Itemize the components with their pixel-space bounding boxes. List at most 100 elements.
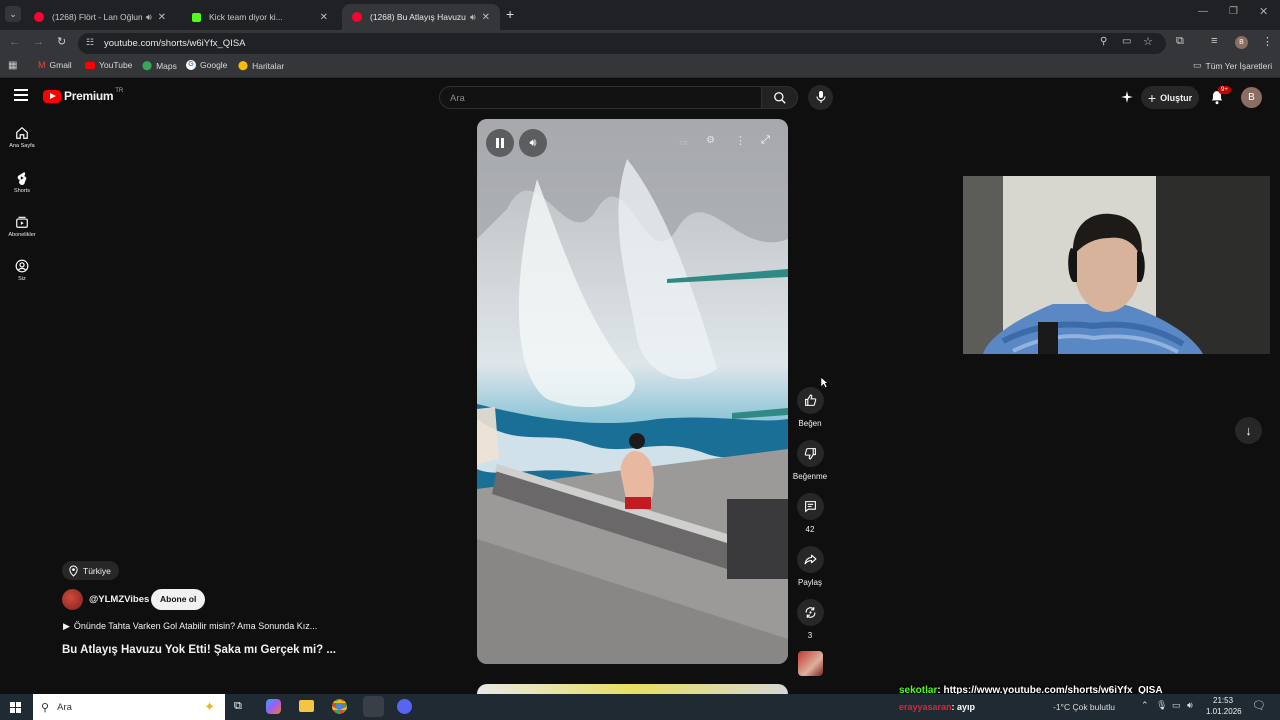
- site-info-icon[interactable]: ☷: [86, 37, 94, 48]
- close-window-icon[interactable]: ✕: [1259, 5, 1268, 18]
- kick-favicon-icon: [192, 12, 201, 22]
- comments-button[interactable]: [797, 493, 824, 520]
- dislike-button[interactable]: [797, 440, 824, 467]
- discord-app-icon[interactable]: [397, 699, 412, 714]
- copilot-app-icon[interactable]: [266, 699, 281, 714]
- account-avatar[interactable]: B: [1241, 87, 1262, 108]
- weather-widget[interactable]: -1°C Çok bulutlu: [1053, 702, 1115, 712]
- search-icon: ⚲: [41, 701, 50, 714]
- tray-chevron-icon[interactable]: ⌃: [1141, 700, 1149, 711]
- nav-you[interactable]: Siz: [0, 259, 44, 282]
- settings-icon[interactable]: ⚙: [706, 135, 715, 146]
- channel-name[interactable]: @YLMZVibes: [89, 594, 149, 605]
- more-options-icon[interactable]: ⋮: [735, 134, 746, 147]
- nav-home[interactable]: Ana Sayfa: [0, 126, 44, 149]
- youtube-page: Premium TR Ara + Oluştur 9+ B Ana Sayfa …: [0, 80, 1280, 694]
- microphone-tray-icon[interactable]: 🎙︎: [1156, 700, 1167, 711]
- bookmark-youtube[interactable]: YouTube: [85, 60, 132, 70]
- forward-icon[interactable]: →: [33, 36, 44, 48]
- address-bar[interactable]: ☷ youtube.com/shorts/w6iYfx_QISA ⚲ ▭ ☆: [78, 33, 1166, 54]
- maps-pin-icon: ⬤: [142, 60, 153, 70]
- like-button[interactable]: [797, 387, 824, 414]
- search-icon: [774, 92, 786, 104]
- browser-tab-active[interactable]: (1268) Bu Atlayış Havuzu Yo... 🔊︎ ✕: [342, 4, 500, 30]
- task-view-icon[interactable]: ⧉: [234, 700, 242, 713]
- bookmark-gmail[interactable]: M Gmail: [38, 60, 72, 70]
- fullscreen-icon[interactable]: ⤢: [761, 134, 770, 147]
- notification-center-icon[interactable]: 🗨︎: [1252, 699, 1266, 712]
- playlist-title: Önünde Tahta Varken Gol Atabilir misin? …: [73, 621, 318, 631]
- subscriptions-icon: [16, 216, 28, 228]
- notifications-button[interactable]: 9+: [1210, 86, 1231, 106]
- bookmark-haritalar[interactable]: ⬤ Haritalar: [238, 60, 284, 71]
- tab-search-button[interactable]: ⌄: [5, 6, 21, 22]
- channel-avatar[interactable]: [62, 589, 83, 610]
- volume-button[interactable]: 🔊︎: [519, 129, 547, 157]
- location-chip[interactable]: Türkiye: [62, 561, 119, 580]
- bookmark-google[interactable]: G Google: [186, 60, 227, 70]
- chat-text: : ayıp: [951, 702, 976, 712]
- cast-icon[interactable]: ▭: [1122, 36, 1131, 47]
- bookmark-label: YouTube: [99, 60, 133, 70]
- browser-tab[interactable]: (1268) Flört - Lan Oğlum Bu... 🔊︎ ✕: [24, 4, 176, 30]
- subscribe-button[interactable]: Abone ol: [151, 589, 206, 610]
- youtube-logo[interactable]: Premium TR: [43, 88, 123, 103]
- back-icon[interactable]: ←: [9, 36, 20, 48]
- profile-avatar[interactable]: B: [1235, 36, 1248, 49]
- obs-app-icon[interactable]: [363, 696, 384, 717]
- minimize-icon[interactable]: —: [1198, 6, 1208, 17]
- file-explorer-icon[interactable]: [299, 700, 314, 712]
- taskbar-search[interactable]: ⚲ Ara ✦: [33, 694, 225, 720]
- pause-button[interactable]: [486, 129, 514, 157]
- extensions-icon[interactable]: ⧉: [1176, 35, 1184, 48]
- browser-tab[interactable]: Kick team diyor ki... ✕: [182, 4, 338, 30]
- bookmark-star-icon[interactable]: ☆: [1143, 35, 1153, 48]
- chrome-app-icon[interactable]: [332, 699, 347, 714]
- next-short-button[interactable]: ↓: [1235, 417, 1262, 444]
- close-tab-icon[interactable]: ✕: [158, 12, 166, 23]
- nav-label: Siz: [18, 276, 26, 282]
- new-tab-button[interactable]: +: [506, 6, 514, 22]
- bookmark-label: Tüm Yer İşaretleri: [1205, 60, 1273, 71]
- gemini-sparkle-icon[interactable]: [1120, 90, 1134, 104]
- search-button[interactable]: [762, 86, 798, 109]
- speaker-icon[interactable]: 🔊︎: [470, 12, 476, 23]
- location-pin-icon: [69, 564, 78, 577]
- hamburger-menu-icon[interactable]: [14, 89, 28, 101]
- captions-icon[interactable]: ▭: [679, 137, 688, 148]
- all-bookmarks[interactable]: ▭ Tüm Yer İşaretleri: [1193, 60, 1272, 71]
- close-tab-icon[interactable]: ✕: [482, 12, 490, 23]
- short-title[interactable]: Bu Atlayış Havuzu Yok Etti! Şaka mı Gerç…: [62, 644, 336, 656]
- reload-icon[interactable]: ↻: [57, 35, 66, 48]
- shorts-video-player[interactable]: 🔊︎ ▭ ⚙ ⋮ ⤢: [477, 119, 788, 664]
- remix-button[interactable]: [797, 599, 824, 626]
- sound-thumbnail[interactable]: [798, 651, 823, 676]
- next-video-preview[interactable]: [477, 684, 788, 694]
- clock-time[interactable]: 21:53: [1213, 696, 1233, 705]
- playlist-link[interactable]: ▶ Önünde Tahta Varken Gol Atabilir misin…: [63, 621, 317, 632]
- restore-icon[interactable]: ❐: [1229, 6, 1238, 17]
- remix-count: 3: [807, 631, 813, 640]
- thumbs-down-icon: [804, 448, 816, 460]
- voice-search-button[interactable]: [808, 85, 833, 110]
- comment-count: 42: [805, 525, 815, 534]
- share-button[interactable]: [797, 546, 824, 573]
- media-control-icon[interactable]: ≡: [1211, 35, 1217, 47]
- windows-start-icon[interactable]: [10, 702, 21, 713]
- volume-tray-icon[interactable]: 🔊︎: [1187, 700, 1193, 711]
- bookmark-maps[interactable]: ⬤ Maps: [142, 60, 177, 71]
- chat-message-2: erayyasaran: ayıp: [899, 702, 975, 712]
- close-tab-icon[interactable]: ✕: [320, 12, 328, 23]
- browser-menu-icon[interactable]: ⋮: [1262, 35, 1273, 48]
- speaker-icon[interactable]: 🔊︎: [146, 12, 152, 23]
- search-input[interactable]: Ara: [439, 86, 762, 109]
- network-icon[interactable]: ▭: [1172, 700, 1181, 711]
- streamer-webcam: [963, 176, 1270, 354]
- zoom-icon[interactable]: ⚲: [1100, 36, 1107, 47]
- nav-subscriptions[interactable]: Abonelikler: [0, 215, 44, 238]
- apps-grid-icon[interactable]: ▦: [8, 60, 17, 71]
- nav-shorts[interactable]: Shorts: [0, 171, 44, 194]
- bookmark-label: Google: [200, 60, 228, 70]
- create-button[interactable]: + Oluştur: [1141, 86, 1199, 109]
- clock-date[interactable]: 1.01.2026: [1206, 707, 1242, 716]
